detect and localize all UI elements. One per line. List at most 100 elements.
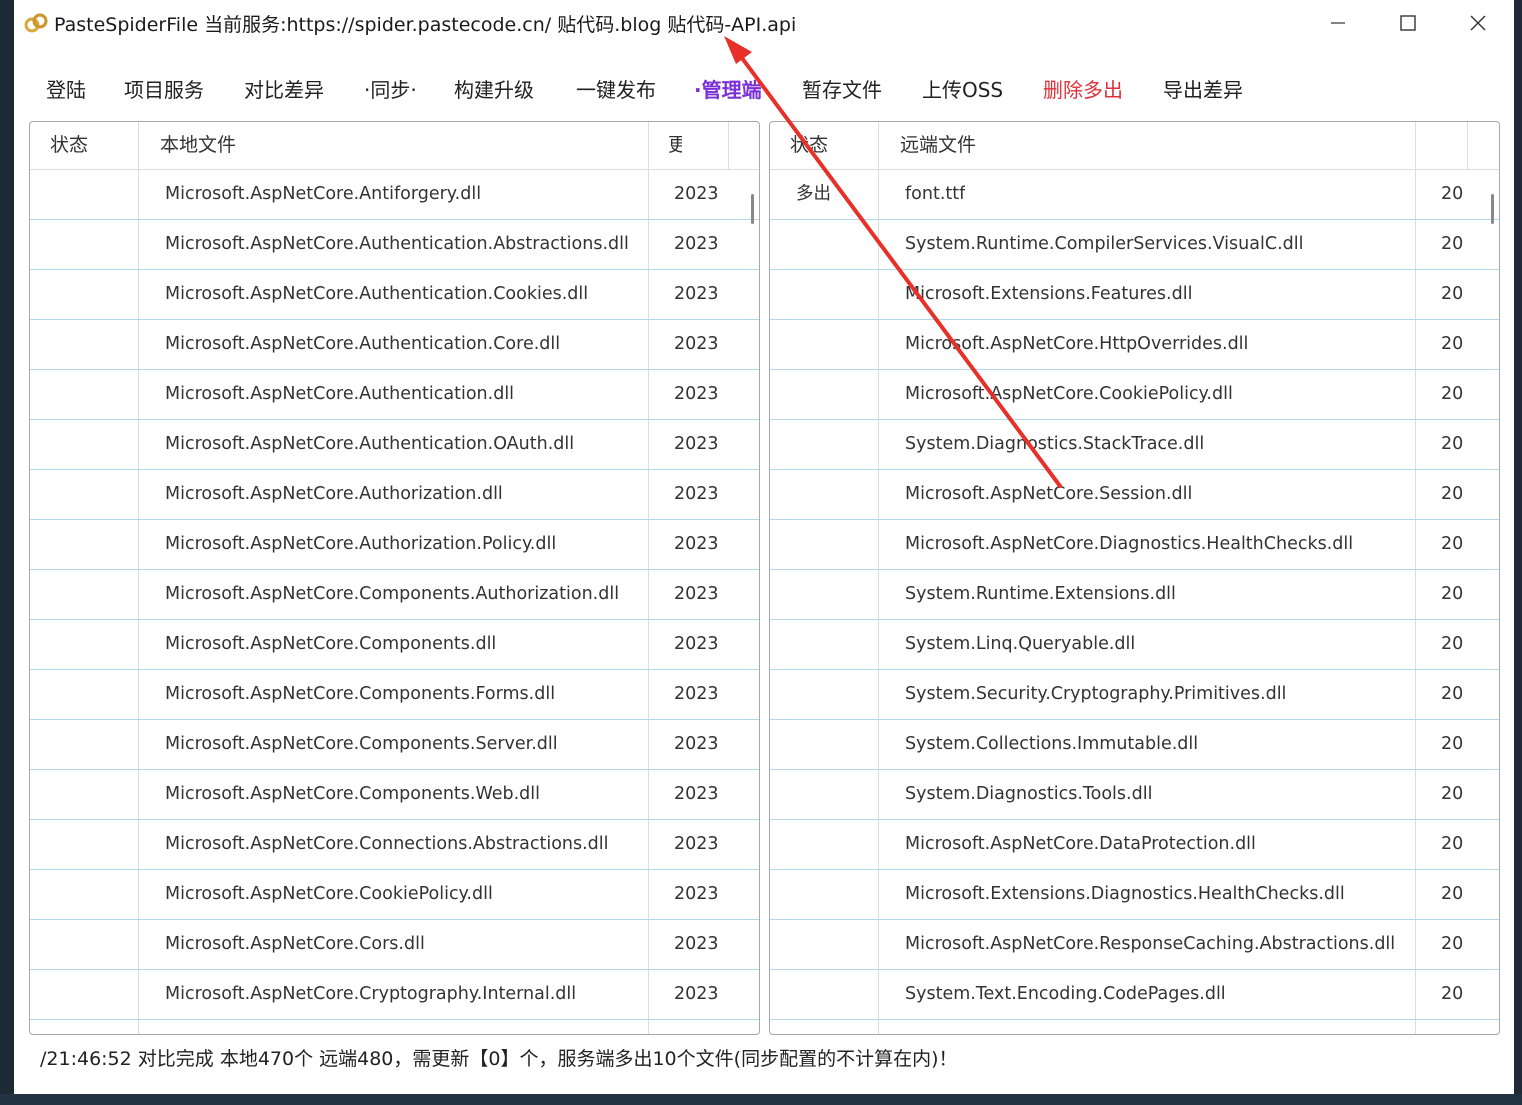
- menu-upload-oss[interactable]: 上传OSS: [922, 74, 1003, 103]
- table-row[interactable]: Microsoft.AspNetCore.CookiePolicy.dll 20: [770, 370, 1499, 420]
- minimize-button[interactable]: [1318, 8, 1358, 38]
- close-button[interactable]: [1458, 8, 1498, 38]
- table-row[interactable]: Microsoft.Extensions.Features.dll 20: [770, 270, 1499, 320]
- row-date: 20: [1441, 384, 1464, 404]
- row-file-name: Microsoft.AspNetCore.Components.Web.dll: [165, 784, 541, 804]
- menu-project-service[interactable]: 项目服务: [124, 74, 204, 103]
- table-row[interactable]: Microsoft.AspNetCore.Cors.dll 2023: [30, 920, 759, 970]
- column-header-status[interactable]: 状态: [790, 122, 870, 169]
- row-date: 20: [1441, 284, 1464, 304]
- scrollbar-thumb[interactable]: [751, 194, 754, 224]
- table-row[interactable]: Microsoft.AspNetCore.Diagnostics.HealthC…: [770, 520, 1499, 570]
- table-row[interactable]: System.Linq.Queryable.dll 20: [770, 620, 1499, 670]
- column-header-updated[interactable]: 更: [668, 122, 682, 169]
- table-row[interactable]: Microsoft.AspNetCore.Connections.Abstrac…: [30, 820, 759, 870]
- row-date: 20: [1441, 434, 1464, 454]
- table-row[interactable]: Microsoft.AspNetCore.DataProtection.dll 2…: [770, 820, 1499, 870]
- row-file-name: System.Diagnostics.Tools.dll: [905, 784, 1153, 804]
- row-file-name: System.Text.Encoding.CodePages.dll: [905, 984, 1226, 1004]
- row-date: 2023: [674, 834, 718, 854]
- row-file-name: Microsoft.AspNetCore.Authorization.dll: [165, 484, 503, 504]
- row-file-name: Microsoft.AspNetCore.Components.Server.d…: [165, 734, 558, 754]
- row-file-name: Microsoft.AspNetCore.Cryptography.Intern…: [165, 984, 577, 1004]
- table-row[interactable]: Microsoft.AspNetCore.ResponseCaching.Abs…: [770, 920, 1499, 970]
- table-row[interactable]: System.Runtime.Extensions.dll 20: [770, 570, 1499, 620]
- column-divider: [1467, 122, 1468, 170]
- table-row[interactable]: Microsoft.AspNetCore.Components.Server.d…: [30, 720, 759, 770]
- row-date: 2023: [674, 934, 718, 954]
- table-header: 状态 本地文件 更: [30, 122, 759, 170]
- row-date: 20: [1441, 484, 1464, 504]
- row-file-name: Microsoft.AspNetCore.Authentication.dll: [165, 384, 515, 404]
- menu-delete-extra[interactable]: 删除多出: [1043, 74, 1123, 103]
- table-row[interactable]: Microsoft.AspNetCore.Components.dll 2023: [30, 620, 759, 670]
- row-date: 20: [1441, 684, 1464, 704]
- local-files-table[interactable]: 状态 本地文件 更 Microsoft.AspNetCore.Antiforge…: [29, 121, 760, 1035]
- row-file-name: System.Collections.Immutable.dll: [905, 734, 1199, 754]
- table-row[interactable]: System.Diagnostics.Tools.dll 20: [770, 770, 1499, 820]
- menu-one-click-publish[interactable]: 一键发布: [576, 74, 656, 103]
- row-file-name: Microsoft.AspNetCore.Connections.Abstrac…: [165, 834, 609, 854]
- menu-build-upgrade[interactable]: 构建升级: [454, 74, 534, 103]
- row-date: 2023: [674, 384, 718, 404]
- menu-login[interactable]: 登陆: [46, 74, 86, 103]
- table-row[interactable]: Microsoft.AspNetCore.Components.Web.dll 2…: [30, 770, 759, 820]
- row-file-name: Microsoft.AspNetCore.Cors.dll: [165, 934, 425, 954]
- table-row[interactable]: System.Diagnostics.StackTrace.dll 20: [770, 420, 1499, 470]
- menu-export-diff[interactable]: 导出差异: [1163, 74, 1243, 103]
- table-row[interactable]: Microsoft.AspNetCore.Authentication.Abst…: [30, 220, 759, 270]
- table-row[interactable]: Microsoft.AspNetCore.CookiePolicy.dll 202…: [30, 870, 759, 920]
- row-file-name: System.Runtime.CompilerServices.VisualC.…: [905, 234, 1304, 254]
- row-file-name: Microsoft.AspNetCore.Session.dll: [905, 484, 1193, 504]
- table-row[interactable]: Microsoft.AspNetCore.HttpOverrides.dll 20: [770, 320, 1499, 370]
- row-date: 2023: [674, 534, 718, 554]
- window-title: PasteSpiderFile 当前服务:https://spider.past…: [54, 14, 797, 36]
- maximize-button[interactable]: [1388, 8, 1428, 38]
- menu-compare-diff[interactable]: 对比差异: [244, 74, 324, 103]
- row-file-name: Microsoft.AspNetCore.ResponseCaching.Abs…: [905, 934, 1396, 954]
- row-date: 20: [1441, 334, 1464, 354]
- row-file-name: Microsoft.AspNetCore.Authentication.Abst…: [165, 234, 629, 254]
- column-divider: [728, 122, 729, 170]
- menu-stash-files[interactable]: 暂存文件: [802, 74, 882, 103]
- table-row[interactable]: Microsoft.AspNetCore.Components.Authoriz…: [30, 570, 759, 620]
- row-status: 多出: [796, 184, 831, 204]
- table-row[interactable]: Microsoft.AspNetCore.Authentication.dll 2…: [30, 370, 759, 420]
- table-row[interactable]: 多出 font.ttf 20: [770, 170, 1499, 220]
- table-row[interactable]: System.Text.Encoding.CodePages.dll 20: [770, 970, 1499, 1020]
- menu-sync[interactable]: ·同步·: [364, 74, 417, 103]
- table-row[interactable]: Microsoft.AspNetCore.Antiforgery.dll 2023: [30, 170, 759, 220]
- column-header-status[interactable]: 状态: [50, 122, 130, 169]
- row-date: 20: [1441, 734, 1464, 754]
- table-row[interactable]: Microsoft.AspNetCore.Authorization.Polic…: [30, 520, 759, 570]
- column-header-remote-file[interactable]: 远端文件: [900, 122, 1300, 169]
- column-header-updated[interactable]: [1430, 122, 1444, 169]
- row-file-name: Microsoft.AspNetCore.HttpOverrides.dll: [905, 334, 1249, 354]
- table-row[interactable]: System.Security.Cryptography.Primitives.…: [770, 670, 1499, 720]
- scrollbar-thumb[interactable]: [1491, 194, 1494, 224]
- table-row[interactable]: Microsoft.AspNetCore.Authentication.OAut…: [30, 420, 759, 470]
- row-date: 2023: [674, 684, 718, 704]
- row-date: 2023: [674, 234, 718, 254]
- row-file-name: font.ttf: [905, 184, 966, 204]
- row-date: 2023: [674, 784, 718, 804]
- table-row[interactable]: Microsoft.AspNetCore.Cryptography.Intern…: [30, 970, 759, 1020]
- table-row[interactable]: System.Collections.Immutable.dll 20: [770, 720, 1499, 770]
- column-header-local-file[interactable]: 本地文件: [160, 122, 560, 169]
- table-row[interactable]: Microsoft.AspNetCore.Authentication.Cook…: [30, 270, 759, 320]
- background-editor-strip: [0, 0, 14, 1105]
- table-row[interactable]: Microsoft.AspNetCore.Authorization.dll 20…: [30, 470, 759, 520]
- row-date: 20: [1441, 634, 1464, 654]
- menu-admin[interactable]: ·管理端: [694, 74, 762, 103]
- row-date: 2023: [674, 584, 718, 604]
- row-file-name: Microsoft.AspNetCore.Authentication.Cook…: [165, 284, 589, 304]
- row-file-name: Microsoft.AspNetCore.Diagnostics.HealthC…: [905, 534, 1354, 554]
- table-row[interactable]: Microsoft.AspNetCore.Session.dll 20: [770, 470, 1499, 520]
- table-row[interactable]: Microsoft.AspNetCore.Authentication.Core…: [30, 320, 759, 370]
- remote-files-table[interactable]: 状态 远端文件 多出 font.ttf 20 System.Runtime.Compi…: [769, 121, 1500, 1035]
- table-row[interactable]: Microsoft.AspNetCore.Components.Forms.dl…: [30, 670, 759, 720]
- row-file-name: System.Runtime.Extensions.dll: [905, 584, 1176, 604]
- row-date: 2023: [674, 884, 718, 904]
- table-row[interactable]: System.Runtime.CompilerServices.VisualC.…: [770, 220, 1499, 270]
- table-row[interactable]: Microsoft.Extensions.Diagnostics.HealthC…: [770, 870, 1499, 920]
